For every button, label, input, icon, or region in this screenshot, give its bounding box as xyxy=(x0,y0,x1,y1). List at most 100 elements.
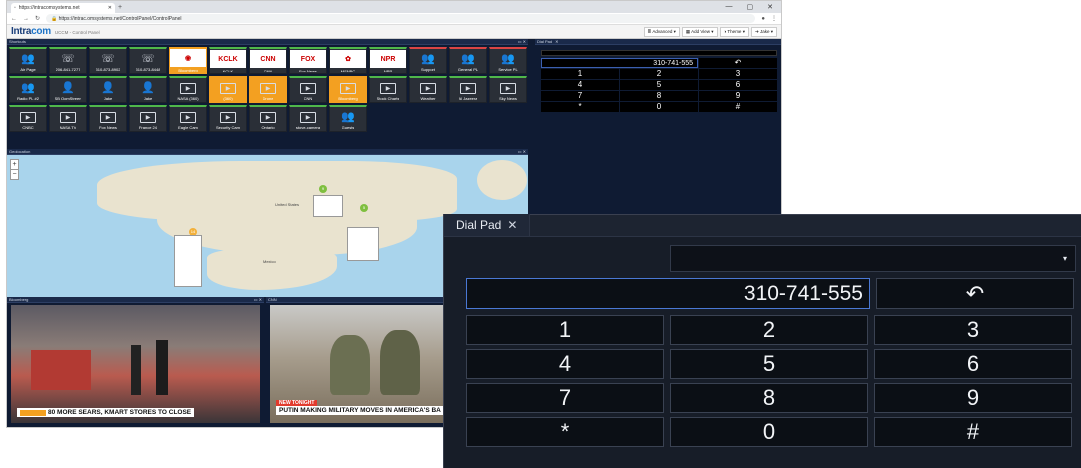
tab-close-icon[interactable]: ✕ xyxy=(108,5,112,11)
panel-options-icon[interactable]: ▭ ✕ xyxy=(254,297,262,302)
shortcut-tile[interactable]: 👤 Jake xyxy=(89,76,127,103)
panel-options-icon[interactable]: ▭ ✕ xyxy=(518,149,526,154)
shortcut-tile[interactable]: ▶ Bloomberg xyxy=(329,76,367,103)
user-menu-button[interactable]: ➔ Jake ▾ xyxy=(750,26,777,37)
tab-dialpad[interactable]: Dial Pad ✕ xyxy=(444,214,531,236)
shortcut-tile[interactable]: ▶ Weather xyxy=(409,76,447,103)
shortcut-tile[interactable]: 👥 Service PL xyxy=(489,47,527,74)
small-key-star[interactable]: * xyxy=(541,102,619,112)
add-view-menu-button[interactable]: ▦ Add View ▾ xyxy=(681,26,718,37)
shortcut-tile[interactable]: ▶ NASA TV xyxy=(49,105,87,132)
small-key-hash[interactable]: # xyxy=(699,102,777,112)
shortcut-tile[interactable]: ▶ CNBC xyxy=(9,105,47,132)
maximize-icon[interactable]: ▢ xyxy=(747,3,754,11)
browser-tab[interactable]: ▫ https://intracomsystems.net ✕ xyxy=(11,3,115,13)
key-7[interactable]: 7 xyxy=(466,383,664,413)
theme-menu-button[interactable]: ◑ Theme ▾ xyxy=(719,26,749,37)
group-icon: 👥 xyxy=(461,52,475,65)
small-dialpad-select[interactable] xyxy=(541,50,777,56)
key-1[interactable]: 1 xyxy=(466,315,664,345)
shortcut-tile[interactable]: ▶ (360) xyxy=(209,76,247,103)
close-icon[interactable]: ✕ xyxy=(507,218,517,232)
shortcut-tile[interactable]: ▶ Sky News xyxy=(489,76,527,103)
bloomberg-video[interactable]: 80 MORE SEARS, KMART STORES TO CLOSE xyxy=(11,305,260,423)
shortcut-tile[interactable]: 👤 SB OomStreen xyxy=(49,76,87,103)
small-key-4[interactable]: 4 xyxy=(541,80,619,90)
line-select[interactable]: ▾ xyxy=(670,245,1076,272)
dial-number-field[interactable]: 310-741-555 xyxy=(466,278,870,309)
video-icon: ▶ xyxy=(460,83,476,94)
reload-icon[interactable]: ↻ xyxy=(35,15,40,22)
backspace-button[interactable]: ↶ xyxy=(876,278,1074,309)
new-tab-icon[interactable]: + xyxy=(118,4,122,11)
shortcut-tile[interactable]: ▶ Security Cam xyxy=(209,105,247,132)
shortcut-tile[interactable]: NPR NPR xyxy=(369,47,407,74)
key-3[interactable]: 3 xyxy=(874,315,1072,345)
shortcut-tile[interactable]: ◉ Bloomberg xyxy=(169,47,207,74)
key-0[interactable]: 0 xyxy=(670,417,868,447)
shortcut-tile[interactable]: 👥 Air Page xyxy=(9,47,47,74)
small-dialpad-number[interactable]: 310-741-555 xyxy=(541,58,698,68)
profile-icon[interactable]: ● xyxy=(761,16,765,22)
shortcut-tile[interactable]: ▶ NASA (360) xyxy=(169,76,207,103)
zoom-in-button[interactable]: + xyxy=(11,160,18,169)
shortcut-tile[interactable]: ▶ CNN xyxy=(289,76,327,103)
more-icon[interactable]: ⋮ xyxy=(771,15,777,22)
shortcut-tile[interactable]: ▶ Al Jazeera xyxy=(449,76,487,103)
shortcut-tile[interactable]: 👥 General PL xyxy=(449,47,487,74)
advanced-menu-button[interactable]: ≣ Advanced ▾ xyxy=(643,26,680,37)
key-8[interactable]: 8 xyxy=(670,383,868,413)
shortcut-tile[interactable]: ☏ 206-841-7277 xyxy=(49,47,87,74)
small-key-0[interactable]: 0 xyxy=(620,102,698,112)
video-icon: ▶ xyxy=(500,83,516,94)
back-icon[interactable]: ← xyxy=(11,16,17,22)
tab-close-icon[interactable]: ✕ xyxy=(555,39,558,44)
shortcut-tile[interactable]: FOX Fox News xyxy=(289,47,327,74)
minimize-icon[interactable]: — xyxy=(726,3,733,11)
shortcut-tile[interactable]: ▶ Ontario xyxy=(249,105,287,132)
small-key-5[interactable]: 5 xyxy=(620,80,698,90)
small-key-9[interactable]: 9 xyxy=(699,91,777,101)
shortcut-tile[interactable]: ▶ France 24 xyxy=(129,105,167,132)
key-2[interactable]: 2 xyxy=(670,315,868,345)
shortcut-tile[interactable]: ☏ 310-873-8448 xyxy=(129,47,167,74)
url-field[interactable]: 🔒 https://intrac.omsystems.net/ControlPa… xyxy=(46,14,756,23)
small-key-7[interactable]: 7 xyxy=(541,91,619,101)
map-cluster-marker[interactable]: 5 xyxy=(360,204,368,212)
shortcut-tile[interactable]: ☏ 310-873-8902 xyxy=(89,47,127,74)
dialpad-panel: Dial Pad ✕ ▾ 310-741-555 ↶ 1 2 3 4 5 6 7… xyxy=(443,214,1081,468)
small-key-8[interactable]: 8 xyxy=(620,91,698,101)
shortcut-label: Fox News xyxy=(99,125,117,130)
forward-icon[interactable]: → xyxy=(23,16,29,22)
shortcut-tile[interactable]: ▶ Fox News xyxy=(89,105,127,132)
dialpad-tab-label: Dial Pad xyxy=(456,218,502,232)
small-key-3[interactable]: 3 xyxy=(699,69,777,79)
shortcut-tile[interactable]: ▶ Eagle Cam xyxy=(169,105,207,132)
small-key-1[interactable]: 1 xyxy=(541,69,619,79)
shortcut-tile[interactable]: ▶ Stock Charts xyxy=(369,76,407,103)
shortcut-tile[interactable]: 👥 Guests xyxy=(329,105,367,132)
key-6[interactable]: 6 xyxy=(874,349,1072,379)
key-5[interactable]: 5 xyxy=(670,349,868,379)
key-hash[interactable]: # xyxy=(874,417,1072,447)
shortcut-tile[interactable]: ✿ MSNBC xyxy=(329,47,367,74)
shortcut-label: CNN xyxy=(303,96,313,101)
zoom-out-button[interactable]: − xyxy=(11,169,18,179)
shortcut-tile[interactable]: ▶ stove-camera xyxy=(289,105,327,132)
small-key-2[interactable]: 2 xyxy=(620,69,698,79)
shortcut-tile[interactable]: ▶ Drone xyxy=(249,76,287,103)
key-star[interactable]: * xyxy=(466,417,664,447)
key-9[interactable]: 9 xyxy=(874,383,1072,413)
shortcut-tile[interactable]: 👥 Radio PL #2 xyxy=(9,76,47,103)
shortcut-label: 310-873-8902 xyxy=(95,67,121,72)
panel-options-icon[interactable]: ▭ ✕ xyxy=(518,39,526,44)
small-backspace-button[interactable]: ↶ xyxy=(699,58,777,68)
map-cluster-marker[interactable]: 9 xyxy=(319,185,327,193)
shortcut-tile[interactable]: 👤 Jake xyxy=(129,76,167,103)
small-key-6[interactable]: 6 xyxy=(699,80,777,90)
shortcut-tile[interactable]: KCLK KCLK xyxy=(209,47,247,74)
close-window-icon[interactable]: ✕ xyxy=(767,3,773,11)
shortcut-tile[interactable]: 👥 Support xyxy=(409,47,447,74)
shortcut-tile[interactable]: CNN CNN xyxy=(249,47,287,74)
key-4[interactable]: 4 xyxy=(466,349,664,379)
